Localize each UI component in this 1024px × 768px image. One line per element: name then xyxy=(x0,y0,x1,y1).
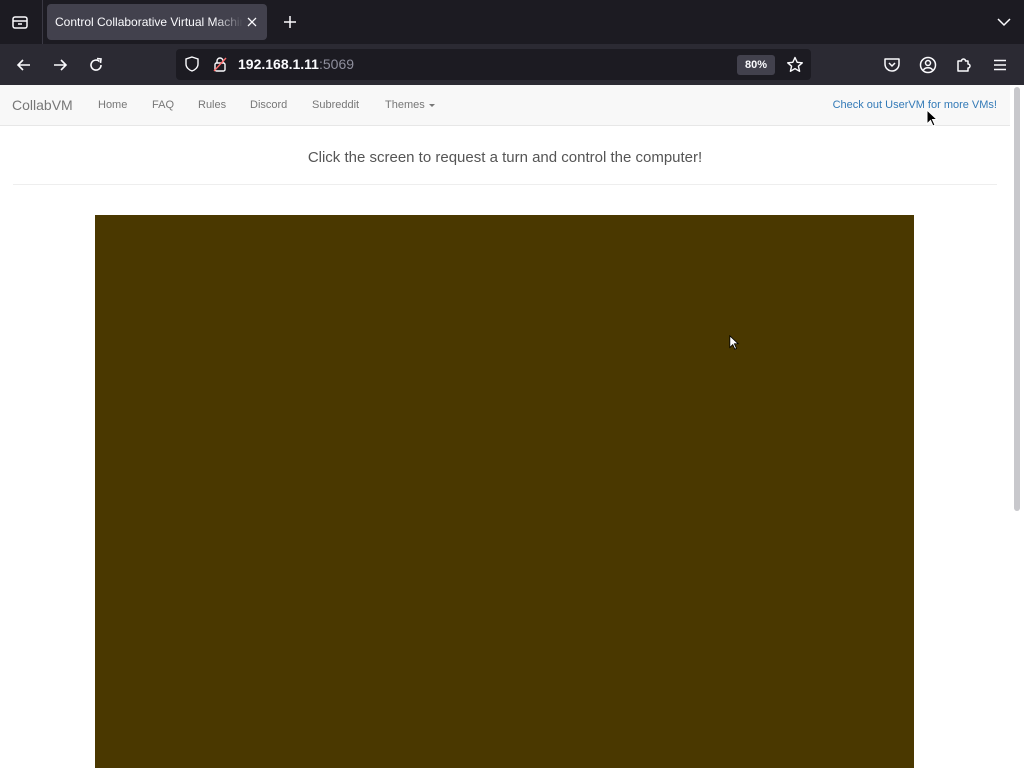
reload-button[interactable] xyxy=(83,52,109,78)
url-port: :5069 xyxy=(318,56,355,72)
back-button[interactable] xyxy=(11,52,37,78)
page-viewport: CollabVM Home FAQ Rules Discord Subreddi… xyxy=(0,85,1010,768)
vm-display-canvas[interactable] xyxy=(95,215,914,768)
site-navbar: CollabVM Home FAQ Rules Discord Subreddi… xyxy=(0,85,1010,126)
browser-tab-strip: Control Collaborative Virtual Machine xyxy=(0,0,1024,44)
zoom-level-badge[interactable]: 80% xyxy=(737,55,775,75)
pocket-button[interactable] xyxy=(879,52,905,78)
site-info-button[interactable] xyxy=(210,54,230,74)
tab-overflow-button[interactable] xyxy=(992,11,1016,33)
shield-icon xyxy=(185,56,199,72)
nav-themes-dropdown[interactable]: Themes xyxy=(385,85,435,125)
uservm-promo-link[interactable]: Check out UserVM for more VMs! xyxy=(833,85,997,125)
site-brand[interactable]: CollabVM xyxy=(12,85,73,125)
puzzle-icon xyxy=(957,58,971,72)
app-menu-button[interactable] xyxy=(987,52,1013,78)
forward-button[interactable] xyxy=(47,52,73,78)
divider xyxy=(13,184,997,185)
arrow-left-icon xyxy=(16,59,30,71)
nav-subreddit[interactable]: Subreddit xyxy=(312,85,359,125)
caret-down-icon xyxy=(428,103,435,107)
nav-discord[interactable]: Discord xyxy=(250,85,287,125)
account-icon xyxy=(919,56,937,74)
new-tab-button[interactable] xyxy=(279,11,301,33)
arrow-right-icon xyxy=(54,59,68,71)
active-tab[interactable]: Control Collaborative Virtual Machine xyxy=(47,4,267,40)
url-host: 192.168.1.11 xyxy=(238,56,319,72)
tab-list-icon xyxy=(12,16,28,29)
reload-icon xyxy=(90,57,102,71)
hamburger-menu-icon xyxy=(994,59,1006,71)
nav-faq[interactable]: FAQ xyxy=(152,85,174,125)
insecure-lock-icon xyxy=(213,57,227,72)
nav-rules[interactable]: Rules xyxy=(198,85,226,125)
page-scrollbar[interactable] xyxy=(1010,85,1024,768)
account-button[interactable] xyxy=(915,52,941,78)
scrollbar-thumb[interactable] xyxy=(1014,87,1020,511)
tab-list-button[interactable] xyxy=(8,11,32,33)
bookmark-button[interactable] xyxy=(783,53,807,77)
mouse-pointer-icon xyxy=(926,109,938,127)
address-bar[interactable]: 192.168.1.11:5069 80% xyxy=(176,49,811,80)
extensions-button[interactable] xyxy=(951,52,977,78)
vm-cursor-icon xyxy=(729,335,739,350)
plus-icon xyxy=(284,16,296,28)
nav-home[interactable]: Home xyxy=(98,85,127,125)
star-icon xyxy=(787,56,803,72)
tab-close-button[interactable] xyxy=(243,13,261,31)
tracking-protection-button[interactable] xyxy=(182,54,202,74)
nav-themes-label: Themes xyxy=(385,99,425,111)
url-text[interactable]: 192.168.1.11:5069 xyxy=(238,49,354,80)
tab-title: Control Collaborative Virtual Machine xyxy=(55,15,243,29)
tab-separator xyxy=(42,0,43,44)
chevron-down-icon xyxy=(997,18,1011,27)
close-icon xyxy=(247,17,257,27)
pocket-icon xyxy=(884,58,900,72)
browser-toolbar: 192.168.1.11:5069 80% xyxy=(0,44,1024,85)
page-headline: Click the screen to request a turn and c… xyxy=(307,149,703,166)
